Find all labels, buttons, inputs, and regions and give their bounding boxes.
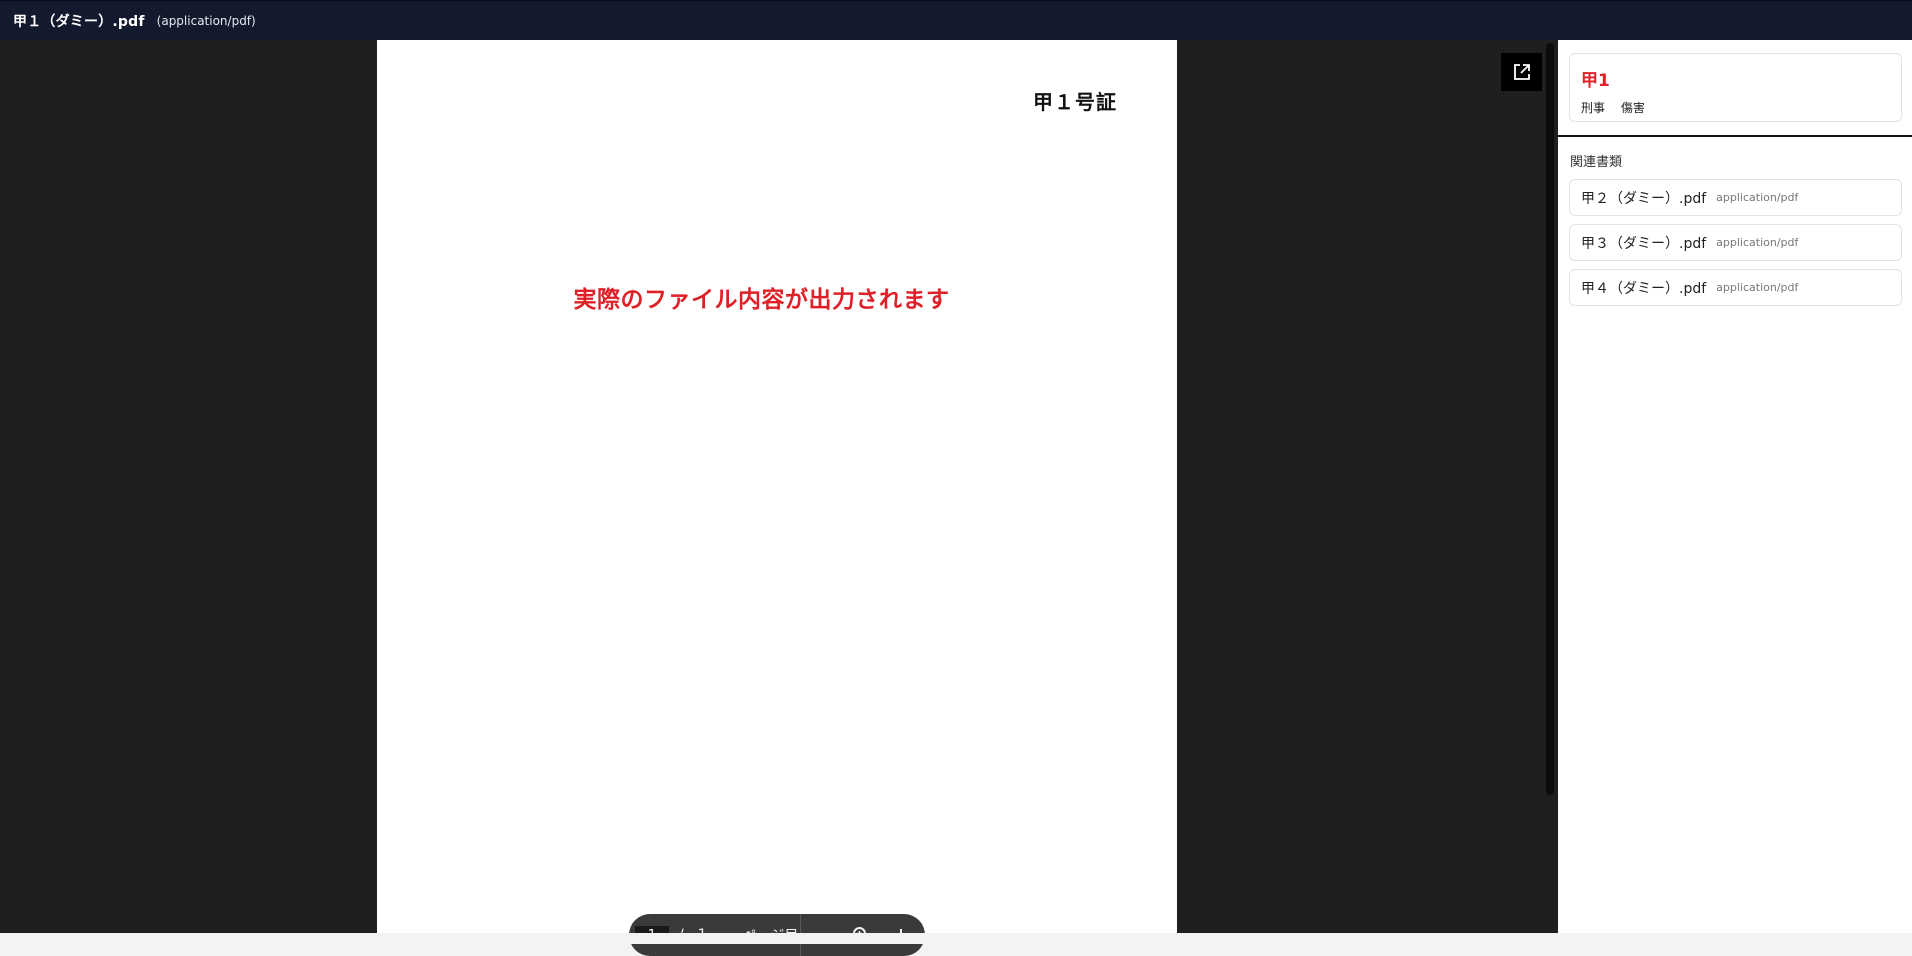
pdf-page: 甲１号証 実際のファイル内容が出力されます: [377, 40, 1177, 933]
viewer-scrollbar[interactable]: [1546, 43, 1554, 795]
side-panel: 甲1 刑事 傷害 関連書類 甲２（ダミー）.pdf application/pd…: [1558, 40, 1912, 933]
case-id: 甲1: [1581, 71, 1610, 91]
title-bar: 甲１（ダミー）.pdf (application/pdf): [0, 0, 1912, 40]
content-notice: 実際のファイル内容が出力されます: [573, 286, 950, 313]
case-card: 甲1 刑事 傷害: [1569, 53, 1902, 122]
exhibit-label: 甲１号証: [1033, 90, 1117, 114]
case-category: 刑事: [1581, 101, 1606, 115]
panel-divider: [1558, 135, 1912, 137]
file-name: 甲１（ダミー）.pdf: [13, 13, 145, 30]
document-type: application/pdf: [1716, 236, 1799, 249]
related-document-item[interactable]: 甲２（ダミー）.pdf application/pdf: [1569, 179, 1902, 216]
case-meta: 刑事 傷害: [1581, 99, 1645, 116]
open-in-new-icon: [1513, 64, 1530, 80]
document-name: 甲２（ダミー）.pdf: [1581, 190, 1707, 207]
case-charge: 傷害: [1620, 101, 1645, 115]
related-documents-title: 関連書類: [1570, 155, 1623, 170]
bottom-strip: [0, 933, 1912, 944]
document-name: 甲４（ダミー）.pdf: [1581, 280, 1707, 297]
document-type: application/pdf: [1716, 191, 1799, 204]
document-name: 甲３（ダミー）.pdf: [1581, 235, 1707, 252]
open-external-button[interactable]: [1501, 53, 1542, 91]
related-document-item[interactable]: 甲３（ダミー）.pdf application/pdf: [1569, 224, 1902, 261]
related-documents-list: 甲２（ダミー）.pdf application/pdf 甲３（ダミー）.pdf …: [1569, 179, 1902, 314]
related-document-item[interactable]: 甲４（ダミー）.pdf application/pdf: [1569, 269, 1902, 306]
pdf-viewer[interactable]: 甲１号証 実際のファイル内容が出力されます / 1 ページ目: [0, 40, 1558, 956]
document-type: application/pdf: [1716, 281, 1799, 294]
file-type: (application/pdf): [156, 13, 256, 28]
